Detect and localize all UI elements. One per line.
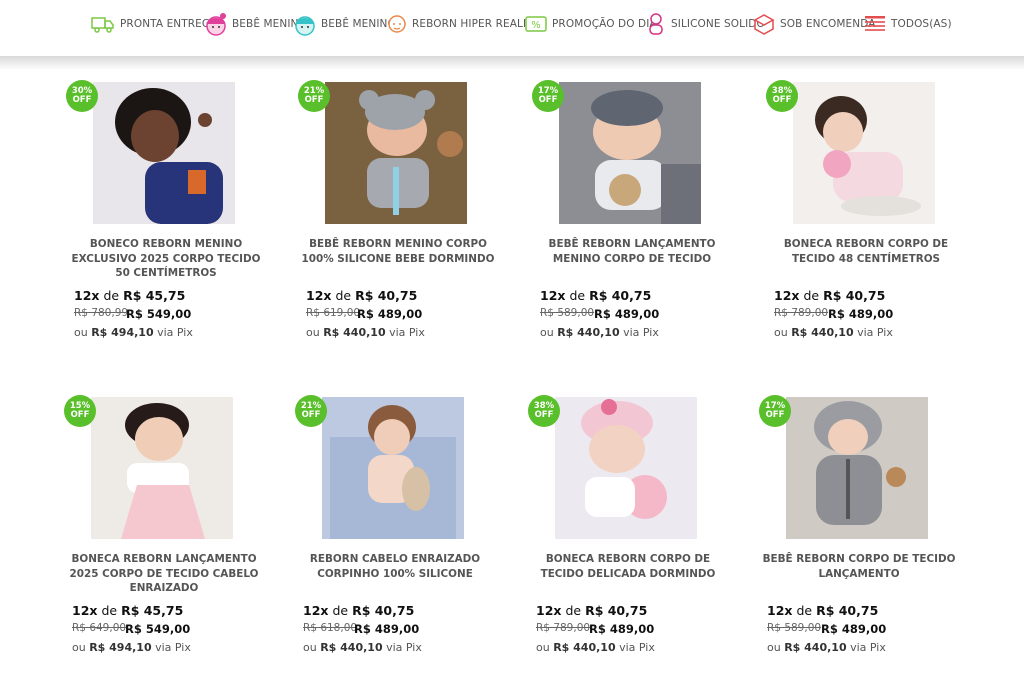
current-price: R$ 489,00 (821, 622, 887, 636)
installment-price: 12x de R$ 40,75 (774, 288, 886, 303)
pix-price: ou R$ 440,10 via Pix (303, 641, 422, 654)
installment-price: 12x de R$ 40,75 (306, 288, 418, 303)
installment-price: 12x de R$ 40,75 (536, 603, 648, 618)
nav-label: SILICONE SOLIDO (671, 18, 765, 30)
discount-badge: 38% OFF (528, 395, 560, 427)
product-photo (91, 397, 233, 539)
installment-price: 12x de R$ 45,75 (72, 603, 184, 618)
product-title[interactable]: BONECO REBORN MENINO EXCLUSIVO 2025 CORP… (68, 237, 264, 281)
product-photo (786, 397, 928, 539)
header-shadow (0, 56, 1024, 70)
pix-price: ou R$ 494,10 via Pix (72, 641, 191, 654)
old-price: R$ 618,00 (303, 622, 358, 634)
installment-price: 12x de R$ 40,75 (540, 288, 652, 303)
discount-badge: 15% OFF (64, 395, 96, 427)
discount-badge: 21% OFF (298, 80, 330, 112)
current-price: R$ 489,00 (357, 307, 423, 321)
current-price: R$ 489,00 (589, 622, 655, 636)
nav-label: TODOS(AS) (891, 18, 952, 30)
old-price: R$ 589,00 (767, 622, 822, 634)
svg-text:%: % (531, 20, 541, 31)
discount-badge: 17% OFF (532, 80, 564, 112)
product-photo (793, 82, 935, 224)
nav-label: SOB ENCOMENDA (780, 18, 876, 30)
pix-price: ou R$ 440,10 via Pix (306, 326, 425, 339)
installment-price: 12x de R$ 45,75 (74, 288, 186, 303)
nav-item-silicone-solido[interactable]: SILICONE SOLIDO (645, 11, 765, 37)
product-image[interactable]: 21% OFF (295, 395, 464, 539)
discount-badge: 30% OFF (66, 80, 98, 112)
old-price: R$ 789,00 (536, 622, 591, 634)
product-photo (322, 397, 464, 539)
product-image[interactable]: 17% OFF (759, 395, 928, 539)
list-icon (865, 16, 885, 31)
product-title[interactable]: BEBÊ REBORN MENINO CORPO 100% SILICONE B… (300, 237, 496, 266)
pix-price: ou R$ 440,10 via Pix (536, 641, 655, 654)
product-image[interactable]: 17% OFF (532, 80, 701, 224)
product-photo (93, 82, 235, 224)
box-icon (753, 14, 775, 35)
product-title[interactable]: BEBÊ REBORN LANÇAMENTO MENINO CORPO DE T… (534, 237, 730, 266)
discount-badge: 21% OFF (295, 395, 327, 427)
nav-item-bebe-menina[interactable]: BEBÊ MENINA (204, 11, 306, 37)
nav-item-pronta-entrega[interactable]: PRONTA ENTREGA (90, 11, 217, 37)
old-price: R$ 589,00 (540, 307, 595, 319)
nav-item-todos[interactable]: TODOS(AS) (863, 11, 952, 37)
baby-face-icon (388, 15, 406, 33)
product-image[interactable]: 15% OFF (64, 395, 233, 539)
product-title[interactable]: BONECA REBORN LANÇAMENTO 2025 CORPO DE T… (66, 552, 262, 596)
nav-item-promocao-do-dia[interactable]: % PROMOÇÃO DO DIA (524, 11, 657, 37)
baby-girl-icon (206, 13, 226, 36)
nav-item-sob-encomenda[interactable]: SOB ENCOMENDA (752, 11, 876, 37)
installment-price: 12x de R$ 40,75 (767, 603, 879, 618)
current-price: R$ 549,00 (125, 622, 191, 636)
product-image[interactable]: 30% OFF (66, 80, 235, 224)
truck-icon (91, 17, 114, 33)
product-title[interactable]: BONECA REBORN CORPO DE TECIDO 48 CENTÍME… (768, 237, 964, 266)
product-image[interactable]: 21% OFF (298, 80, 467, 224)
installment-price: 12x de R$ 40,75 (303, 603, 415, 618)
discount-badge: 17% OFF (759, 395, 791, 427)
product-title[interactable]: BEBÊ REBORN CORPO DE TECIDO LANÇAMENTO (761, 552, 957, 581)
product-photo (559, 82, 701, 224)
old-price: R$ 780,99 (74, 307, 129, 319)
product-photo (325, 82, 467, 224)
product-photo (555, 397, 697, 539)
nav-label: PRONTA ENTREGA (120, 18, 218, 30)
product-image[interactable]: 38% OFF (766, 80, 935, 224)
current-price: R$ 489,00 (354, 622, 420, 636)
nav-label: PROMOÇÃO DO DIA (552, 18, 657, 30)
baby-doll-icon (649, 13, 663, 35)
current-price: R$ 549,00 (126, 307, 192, 321)
top-navigation: PRONTA ENTREGA BEBÊ MENINA BEBÊ MENINO R… (0, 0, 1024, 56)
nav-label: BEBÊ MENINO (321, 18, 396, 30)
old-price: R$ 789,00 (774, 307, 829, 319)
product-title[interactable]: BONECA REBORN CORPO DE TECIDO DELICADA D… (530, 552, 726, 581)
pix-price: ou R$ 440,10 via Pix (540, 326, 659, 339)
current-price: R$ 489,00 (594, 307, 660, 321)
pix-price: ou R$ 440,10 via Pix (767, 641, 886, 654)
pix-price: ou R$ 494,10 via Pix (74, 326, 193, 339)
old-price: R$ 649,00 (72, 622, 127, 634)
product-title[interactable]: REBORN CABELO ENRAIZADO CORPINHO 100% SI… (297, 552, 493, 581)
percent-tag-icon: % (525, 16, 547, 32)
pix-price: ou R$ 440,10 via Pix (774, 326, 893, 339)
product-image[interactable]: 38% OFF (528, 395, 697, 539)
baby-boy-icon (295, 16, 315, 36)
old-price: R$ 619,00 (306, 307, 361, 319)
nav-item-bebe-menino[interactable]: BEBÊ MENINO (293, 11, 396, 37)
nav-item-reborn-hiper-realista[interactable]: REBORN HIPER REALISTA (386, 11, 546, 37)
discount-badge: 38% OFF (766, 80, 798, 112)
current-price: R$ 489,00 (828, 307, 894, 321)
